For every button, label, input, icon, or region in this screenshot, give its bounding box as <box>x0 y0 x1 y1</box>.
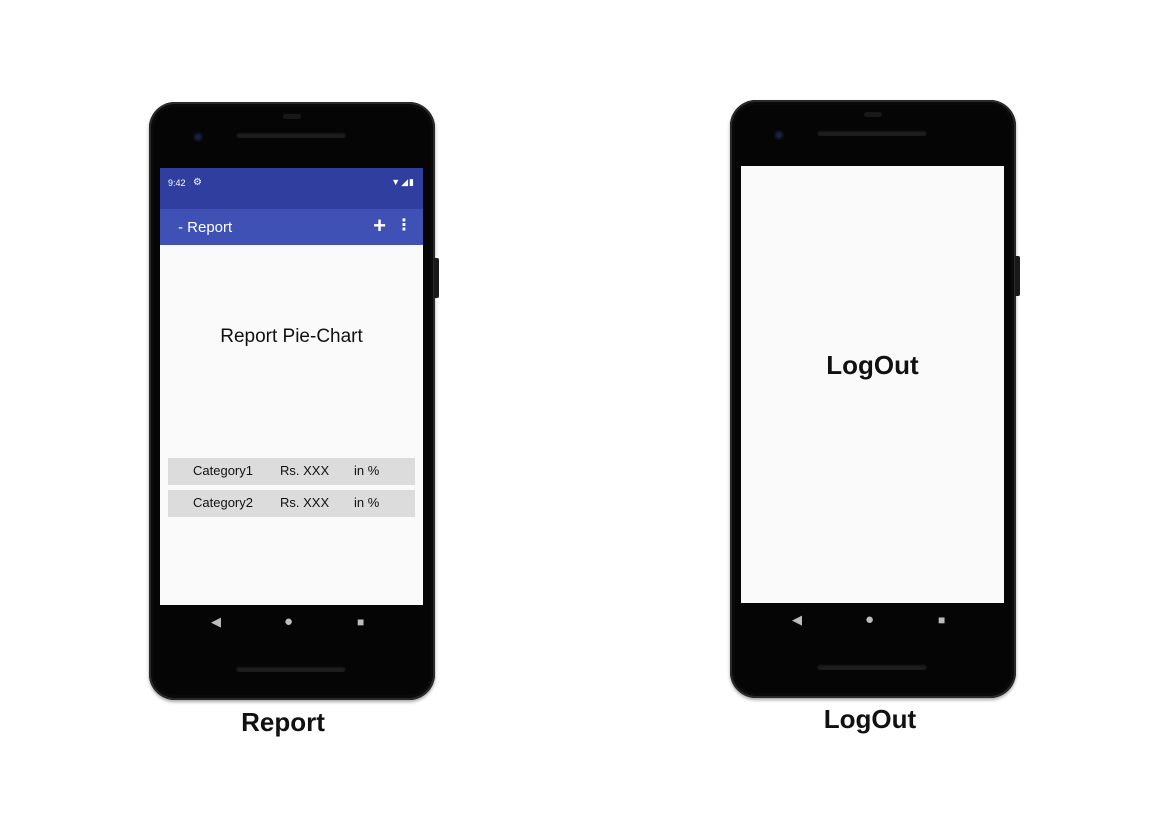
front-camera-icon <box>193 132 203 142</box>
app-bar: - Report + ⋮ <box>160 209 423 245</box>
status-icons: ▼◢▮ <box>391 177 415 188</box>
report-screen: 9:42 ⚙ ▼◢▮ - Report + ⋮ Report Pie-Chart… <box>160 168 423 605</box>
proximity-sensor <box>283 114 301 119</box>
battery-icon: ▮ <box>409 177 415 187</box>
category-percent: in % <box>354 495 380 510</box>
navigation-bar: ◀ ● ■ <box>160 605 423 641</box>
logout-title: LogOut <box>826 350 919 380</box>
recent-apps-icon[interactable]: ■ <box>357 615 364 629</box>
signal-icon: ◢ <box>401 177 410 187</box>
logout-caption: LogOut <box>823 704 917 734</box>
navigation-bar: ◀ ● ■ <box>741 603 1004 639</box>
home-icon[interactable]: ● <box>865 612 874 627</box>
earpiece-speaker <box>817 130 927 136</box>
recent-apps-icon[interactable]: ■ <box>938 613 945 627</box>
wifi-icon: ▼ <box>391 177 402 187</box>
bottom-speaker <box>236 666 346 672</box>
add-icon[interactable]: + <box>373 213 386 239</box>
proximity-sensor <box>864 112 882 117</box>
front-camera-icon <box>774 130 784 140</box>
overflow-menu-icon[interactable]: ⋮ <box>396 215 412 237</box>
logout-screen: LogOut <box>741 166 1004 603</box>
home-icon[interactable]: ● <box>284 614 293 629</box>
power-button[interactable] <box>434 258 439 298</box>
status-bar <box>741 166 1004 196</box>
category-row[interactable]: Category2 Rs. XXX in % <box>168 490 415 517</box>
category-name: Category2 <box>193 495 253 510</box>
power-button[interactable] <box>1015 256 1020 296</box>
page-title: - Report <box>178 219 233 236</box>
logout-phone: LogOut ◀ ● ■ <box>730 100 1020 698</box>
category-percent: in % <box>354 463 380 478</box>
report-phone: 9:42 ⚙ ▼◢▮ - Report + ⋮ Report Pie-Chart… <box>149 102 439 700</box>
category-amount: Rs. XXX <box>280 495 330 510</box>
gear-icon: ⚙ <box>193 177 202 188</box>
chart-title: Report Pie-Chart <box>220 326 363 347</box>
earpiece-speaker <box>236 132 346 138</box>
back-icon[interactable]: ◀ <box>211 615 221 629</box>
category-amount: Rs. XXX <box>280 463 330 478</box>
bottom-speaker <box>817 664 927 670</box>
status-bar: 9:42 ⚙ ▼◢▮ <box>160 168 423 209</box>
report-caption: Report <box>241 707 325 737</box>
back-icon[interactable]: ◀ <box>792 613 802 627</box>
status-time: 9:42 <box>168 178 186 188</box>
category-name: Category1 <box>193 463 253 478</box>
category-row[interactable]: Category1 Rs. XXX in % <box>168 458 415 485</box>
